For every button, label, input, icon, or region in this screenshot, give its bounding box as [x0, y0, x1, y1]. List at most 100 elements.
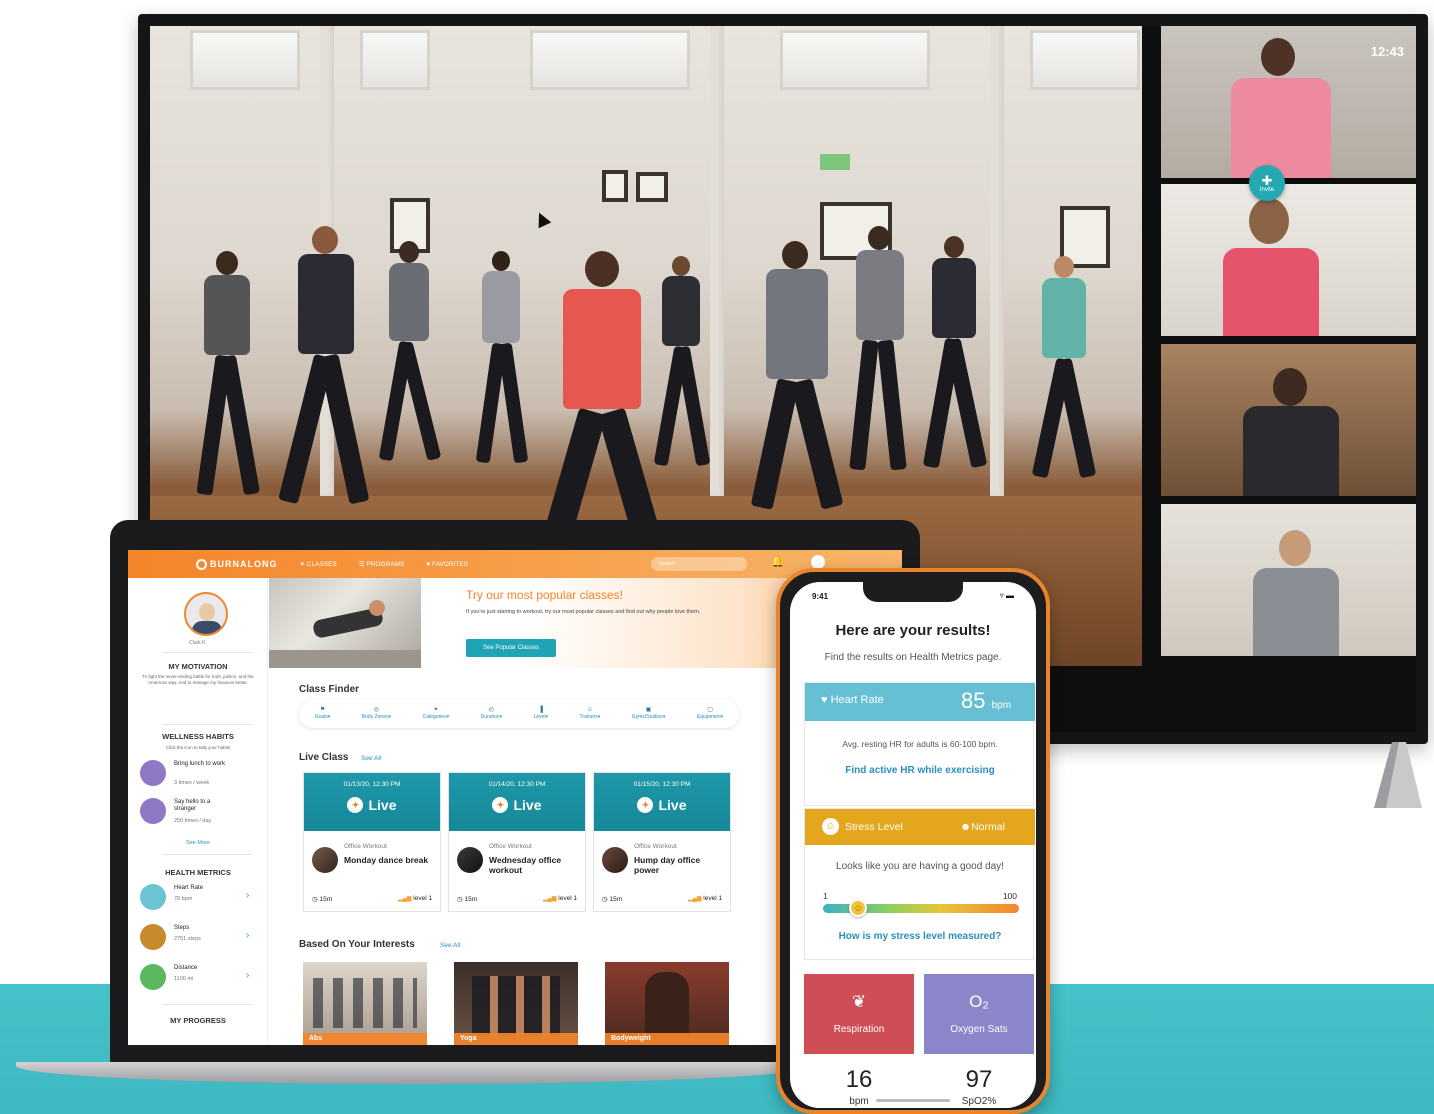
divider: [162, 652, 252, 653]
invite-label: Invite: [1259, 186, 1275, 193]
habit-icon[interactable]: [140, 798, 166, 824]
class-category: Office Workout: [344, 843, 387, 850]
brand-logo[interactable]: BURNALONG: [196, 558, 278, 570]
heart-rate-label-text: Heart Rate: [830, 694, 884, 706]
class-name: Monday dance break: [344, 855, 429, 865]
oxygen-tile[interactable]: O₂ Oxygen Sats: [924, 974, 1034, 1054]
class-duration: ◷ 15m: [602, 896, 623, 903]
class-finder-filters: ⚑ Goals▾ ◎ Body Zones▾ ✦ Categories▾ ◴ Durat…: [299, 700, 739, 728]
filter-gyms[interactable]: ▣ Gyms/Studios▾: [632, 707, 666, 721]
nav-programs[interactable]: ☰ PROGRAMS: [359, 560, 405, 568]
see-popular-classes-button[interactable]: See Popular Classes: [466, 639, 556, 657]
window: [1030, 30, 1140, 90]
metric-title: Distance: [174, 965, 198, 971]
live-card-header: 01/14/20, 12:30 PM ✦ Live: [449, 773, 585, 831]
live-label: Live: [513, 797, 542, 813]
divider: [162, 1004, 252, 1005]
filter-categories[interactable]: ✦ Categories▾: [422, 707, 449, 721]
stress-note: Looks like you are having a good day!: [836, 861, 1004, 872]
clock-icon: ◴: [488, 707, 494, 713]
filter-equipment[interactable]: ▢ Equipment▾: [697, 707, 723, 721]
user-avatar[interactable]: [811, 555, 825, 569]
filter-level[interactable]: ▐ Level▾: [534, 707, 548, 721]
hero-subtitle: If you're just starting to workout, try …: [466, 609, 701, 615]
heart-rate-note: Avg. resting HR for adults is 60-100 bpm…: [842, 739, 998, 749]
class-duration: ◷ 15m: [457, 896, 478, 903]
nav-favorites[interactable]: ♥ FAVORITES: [426, 561, 468, 568]
habits-hint: Click the icon to tally your habits: [165, 745, 231, 750]
window: [530, 30, 690, 90]
class-datetime: 01/15/20, 12:30 PM: [633, 781, 691, 788]
live-badge: ✦ Live: [304, 797, 440, 813]
live-icon: ✦: [637, 797, 654, 813]
live-badge: ✦ Live: [449, 797, 585, 813]
person-icon: ☺: [586, 707, 593, 713]
see-more-link[interactable]: See More: [128, 840, 268, 846]
add-user-icon: ✚: [1261, 172, 1273, 188]
interest-card[interactable]: Yoga: [454, 962, 578, 1045]
invite-button[interactable]: ✚ Invite: [1249, 165, 1285, 201]
interests-see-all-link[interactable]: See All: [440, 942, 460, 949]
chevron-right-icon[interactable]: ›: [246, 930, 249, 941]
logo-icon: [196, 558, 207, 570]
clock-text: 12:43: [1370, 44, 1404, 59]
habit-title: Bring lunch to work: [174, 761, 226, 767]
filter-label: Gyms/Studios: [631, 714, 663, 720]
live-see-all-link[interactable]: See All: [361, 755, 381, 762]
metric-value: 78 bpm: [174, 896, 193, 902]
class-level: ▂▄▆ level 1: [688, 895, 722, 902]
window: [360, 30, 430, 90]
filter-goals[interactable]: ⚑ Goals▾: [315, 707, 331, 721]
battery-icon: ▬: [1006, 591, 1014, 600]
respiration-tile[interactable]: ❦ Respiration: [804, 974, 914, 1054]
interest-label: Bodyweight: [605, 1033, 729, 1045]
stress-measure-link[interactable]: How is my stress level measured?: [805, 931, 1035, 942]
chevron-right-icon[interactable]: ›: [246, 890, 249, 901]
participant-tile[interactable]: [1161, 184, 1416, 336]
search-input[interactable]: Search: [651, 557, 747, 571]
brand-name: BURNALONG: [210, 559, 278, 569]
profile-avatar[interactable]: [184, 592, 228, 636]
stress-slider[interactable]: ☺: [823, 899, 1019, 917]
habits-title: WELLNESS HABITS: [162, 732, 234, 741]
live-label: Live: [368, 797, 397, 813]
participant-tile[interactable]: [1161, 344, 1416, 496]
chevron-right-icon[interactable]: ›: [246, 970, 249, 981]
window: [780, 30, 930, 90]
mouse-cursor: [532, 209, 552, 229]
participant-tile[interactable]: [1161, 504, 1416, 656]
filter-body-zones[interactable]: ◎ Body Zones▾: [362, 707, 391, 721]
level-value: level 1: [413, 895, 433, 902]
wall-frame: [602, 170, 628, 202]
habit-item[interactable]: Bring lunch to work 3 times / week: [140, 760, 260, 794]
pillar: [710, 26, 724, 496]
bell-icon[interactable]: 🔔: [771, 555, 785, 568]
interest-card[interactable]: Bodyweight: [605, 962, 729, 1045]
respiration-value: 16: [845, 1066, 873, 1093]
interest-card[interactable]: Abs: [303, 962, 427, 1045]
habit-icon[interactable]: [140, 760, 166, 786]
filter-duration[interactable]: ◴ Duration▾: [481, 707, 502, 721]
habit-item[interactable]: Say hello to a stranger 250 times / day: [140, 798, 260, 832]
filter-trainers[interactable]: ☺ Trainers▾: [580, 707, 601, 721]
nav-favorites-label: FAVORITES: [432, 560, 468, 568]
live-class-card[interactable]: 01/15/20, 12:30 PM ✦ Live Office Workout …: [593, 772, 731, 912]
metric-distance[interactable]: Distance 1100 mi ›: [140, 964, 260, 998]
live-class-card[interactable]: 01/14/20, 12:30 PM ✦ Live Office Workout …: [448, 772, 586, 912]
nav-classes[interactable]: ✶ CLASSES: [300, 560, 337, 568]
divider: [162, 724, 252, 725]
live-class-card[interactable]: 01/13/20, 12:30 PM ✦ Live Office Workout …: [303, 772, 441, 912]
class-name: Hump day office power: [634, 855, 701, 875]
health-results-screen: 9:41 ▿ ▬ Here are your results! Find the…: [790, 582, 1036, 1108]
active-hr-link[interactable]: Find active HR while exercising: [805, 765, 1035, 776]
stress-level-card: ☺ Stress Level ☻Normal Looks like you ar…: [804, 808, 1035, 960]
stress-slider-knob[interactable]: ☺: [849, 899, 868, 917]
participant-tile[interactable]: 12:43: [1161, 26, 1416, 178]
status-icons: ▿ ▬: [1000, 591, 1014, 600]
sidebar: Clark K. MY MOTIVATION To fight the neve…: [128, 578, 268, 1045]
metric-heart-rate[interactable]: Heart Rate 78 bpm ›: [140, 884, 260, 918]
metric-steps[interactable]: Steps 2751 steps ›: [140, 924, 260, 958]
trainer-avatar: [457, 847, 483, 873]
stress-status: ☻Normal: [960, 821, 1005, 833]
home-indicator: [876, 1099, 950, 1102]
